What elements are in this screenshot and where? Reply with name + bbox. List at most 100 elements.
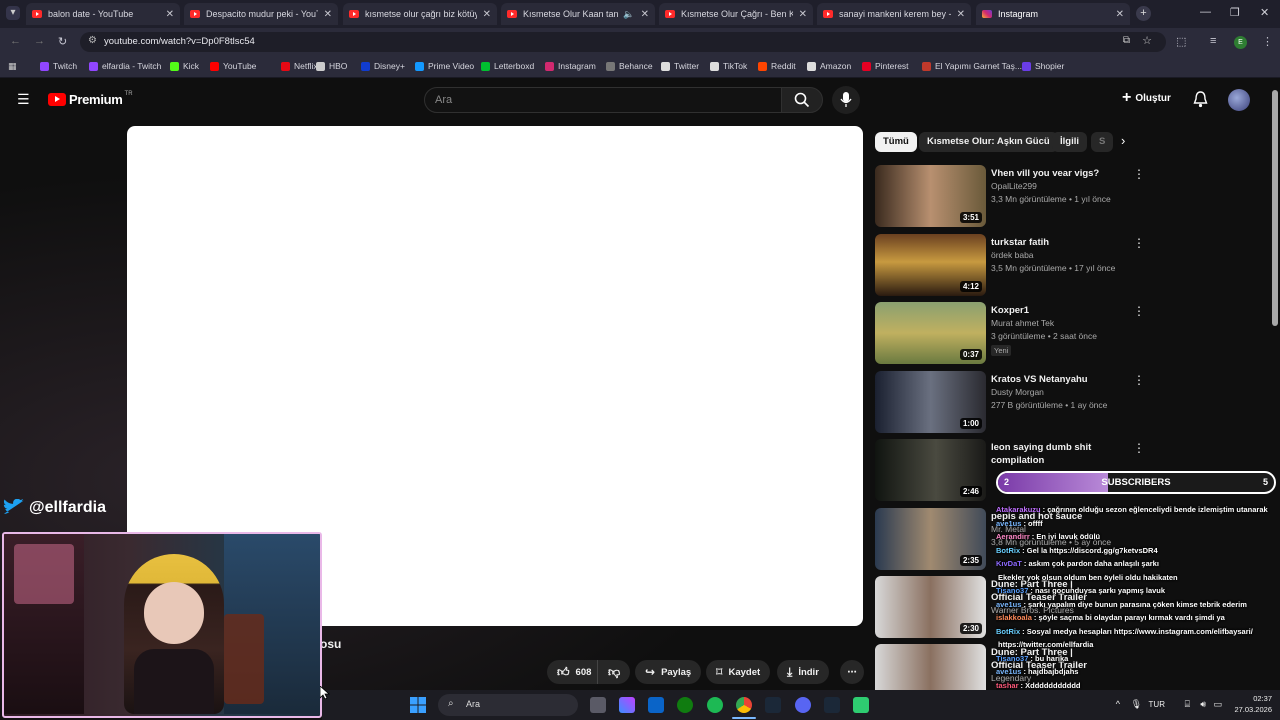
xbox-icon[interactable] — [677, 697, 693, 713]
video-thumbnail[interactable]: 0:37 — [875, 302, 986, 364]
browser-tab[interactable]: Kısmetse Olur Kaan tanıtım 🔈 ✕ — [501, 3, 655, 25]
like-button[interactable]: 👍︎ 608 — [547, 660, 600, 684]
bookmark-item[interactable]: Behance — [606, 61, 653, 71]
video-title[interactable]: Kratos VS Netanyahu — [991, 373, 1131, 386]
bookmark-item[interactable]: Amazon — [807, 61, 851, 71]
address-bar[interactable]: ⚙ youtube.com/watch?v=Dp0F8tlsc54 ⧉ ☆ — [80, 32, 1166, 52]
video-title[interactable]: Koxper1 — [991, 304, 1131, 317]
site-info-icon[interactable]: ⚙ — [88, 35, 97, 46]
extensions-icon[interactable]: ⬚ — [1176, 35, 1186, 48]
channel-name[interactable]: ördek baba — [991, 250, 1034, 260]
notifications-bell-icon[interactable] — [1193, 91, 1208, 108]
close-icon[interactable]: ✕ — [641, 9, 649, 20]
save-button[interactable]: ⌑ Kaydet — [706, 660, 771, 684]
language-indicator[interactable]: TUR — [1149, 700, 1165, 709]
voice-search-button[interactable] — [832, 86, 860, 114]
recommendation-item[interactable]: 3:51 Vhen vill you vear vigs? OpalLite29… — [875, 165, 1265, 227]
bookmark-item[interactable]: Shopier — [1022, 61, 1064, 71]
more-actions-icon[interactable]: ⋮ — [1133, 236, 1145, 250]
bookmark-item[interactable]: HBO — [316, 61, 347, 71]
browser-tab-active[interactable]: Instagram ✕ — [976, 3, 1130, 25]
video-thumbnail[interactable]: 3:51 — [875, 165, 986, 227]
profile-avatar[interactable]: E — [1234, 36, 1247, 49]
spotify-icon[interactable] — [707, 697, 723, 713]
network-icon[interactable]: ⌸ — [1185, 699, 1190, 710]
share-button[interactable]: ↪ Paylaş — [635, 660, 702, 684]
video-thumbnail[interactable]: 2:35 — [875, 508, 986, 570]
bookmark-item[interactable]: Disney+ — [361, 61, 405, 71]
channel-name[interactable]: OpalLite299 — [991, 181, 1037, 191]
close-icon[interactable]: ✕ — [799, 9, 807, 20]
chip-all[interactable]: Tümü — [875, 132, 917, 152]
microphone-tray-icon[interactable]: 🎙︎ — [1131, 699, 1142, 710]
bookmark-item[interactable]: Pinterest — [862, 61, 909, 71]
copilot-icon[interactable] — [619, 697, 635, 713]
close-icon[interactable]: ✕ — [957, 9, 965, 20]
chrome-icon[interactable] — [736, 697, 752, 713]
bookmark-item[interactable]: Letterboxd — [481, 61, 534, 71]
video-title[interactable]: turkstar fatih — [991, 236, 1131, 249]
recommendation-item[interactable]: 1:00 Kratos VS Netanyahu Dusty Morgan 27… — [875, 371, 1265, 433]
install-app-icon[interactable]: ⧉ — [1123, 35, 1130, 46]
browser-tab[interactable]: kısmetse olur çağrı biz kötüyüz ✕ — [343, 3, 497, 25]
bookmark-item[interactable]: Twitter — [661, 61, 699, 71]
search-input[interactable]: Ara — [424, 87, 782, 113]
browser-tab[interactable]: sanayi mankeni kerem bey - Yo ✕ — [817, 3, 971, 25]
volume-icon[interactable]: 🔊︎ — [1200, 699, 1206, 710]
search-button[interactable] — [781, 87, 823, 113]
channel-name[interactable]: Murat ahmet Tek — [991, 318, 1054, 328]
recommendation-item[interactable]: 4:12 turkstar fatih ördek baba 3,5 Mn gö… — [875, 234, 1265, 296]
minimize-icon[interactable]: — — [1200, 6, 1211, 18]
new-tab-icon[interactable]: + — [1136, 6, 1151, 21]
close-icon[interactable]: ✕ — [166, 9, 174, 20]
hamburger-menu-icon[interactable]: ☰ — [17, 91, 30, 108]
video-thumbnail[interactable]: 4:12 — [875, 234, 986, 296]
video-thumbnail[interactable]: 2:30 — [875, 576, 986, 638]
account-avatar[interactable] — [1228, 89, 1250, 111]
video-thumbnail[interactable]: 1:00 — [875, 371, 986, 433]
discord-icon[interactable] — [795, 697, 811, 713]
channel-name[interactable]: Dusty Morgan — [991, 387, 1044, 397]
download-button[interactable]: ⤓ İndir — [777, 660, 829, 684]
more-actions-button[interactable]: ⋯ — [840, 660, 864, 684]
bookmark-item[interactable]: Reddit — [758, 61, 796, 71]
more-actions-icon[interactable]: ⋮ — [1133, 373, 1145, 387]
video-thumbnail[interactable] — [875, 644, 986, 690]
bookmark-item[interactable]: Prime Video — [415, 61, 474, 71]
windows-start-icon[interactable] — [410, 697, 426, 713]
bookmark-star-icon[interactable]: ☆ — [1142, 34, 1152, 47]
browser-tab[interactable]: balon date - YouTube ✕ — [26, 3, 180, 25]
recommendation-item[interactable]: 0:37 Koxper1 Murat ahmet Tek 3 görüntüle… — [875, 302, 1265, 364]
tab-search-icon[interactable]: ▾ — [6, 6, 20, 20]
outlook-icon[interactable] — [648, 697, 664, 713]
close-icon[interactable]: ✕ — [324, 9, 332, 20]
browser-tab[interactable]: Despacito mudur peki - YouTube ✕ — [184, 3, 338, 25]
close-icon[interactable]: ✕ — [483, 9, 491, 20]
chip-related[interactable]: İlgili — [1052, 132, 1087, 152]
video-title[interactable]: leon saying dumb shit compilation — [991, 441, 1131, 467]
back-icon[interactable]: ← — [10, 35, 21, 47]
steam-icon-2[interactable] — [824, 697, 840, 713]
video-thumbnail[interactable]: 2:46 — [875, 439, 986, 501]
chip-show[interactable]: Kısmetse Olur: Aşkın Gücü — [919, 132, 1058, 152]
close-icon[interactable]: ✕ — [1116, 9, 1124, 20]
more-menu-icon[interactable]: ⋮ — [1262, 35, 1273, 48]
bookmark-item[interactable]: El Yapımı Garnet Taş... — [922, 61, 1022, 71]
steam-icon[interactable] — [765, 697, 781, 713]
taskbar-search[interactable]: ⌕ Ara — [438, 694, 578, 716]
bookmark-item[interactable]: Netflix — [281, 61, 318, 71]
page-scrollbar[interactable] — [1272, 90, 1278, 326]
system-clock[interactable]: 02:37 27.03.2026 — [1234, 693, 1272, 715]
bookmark-item[interactable]: Instagram — [545, 61, 596, 71]
apps-grid-icon[interactable]: ▦ — [8, 61, 17, 72]
video-title[interactable]: Vhen vill you vear vigs? — [991, 167, 1131, 180]
battery-icon[interactable]: ▭ — [1213, 699, 1222, 710]
bookmark-item[interactable]: TikTok — [710, 61, 747, 71]
more-actions-icon[interactable]: ⋮ — [1133, 167, 1145, 181]
task-view-icon[interactable] — [590, 697, 606, 713]
bookmark-item[interactable]: YouTube — [210, 61, 256, 71]
maximize-icon[interactable]: ❐ — [1230, 6, 1240, 19]
reading-list-icon[interactable]: ≡ — [1210, 35, 1216, 47]
create-button[interactable]: + Oluştur — [1122, 90, 1171, 106]
bookmark-item[interactable]: Kick — [170, 61, 199, 71]
